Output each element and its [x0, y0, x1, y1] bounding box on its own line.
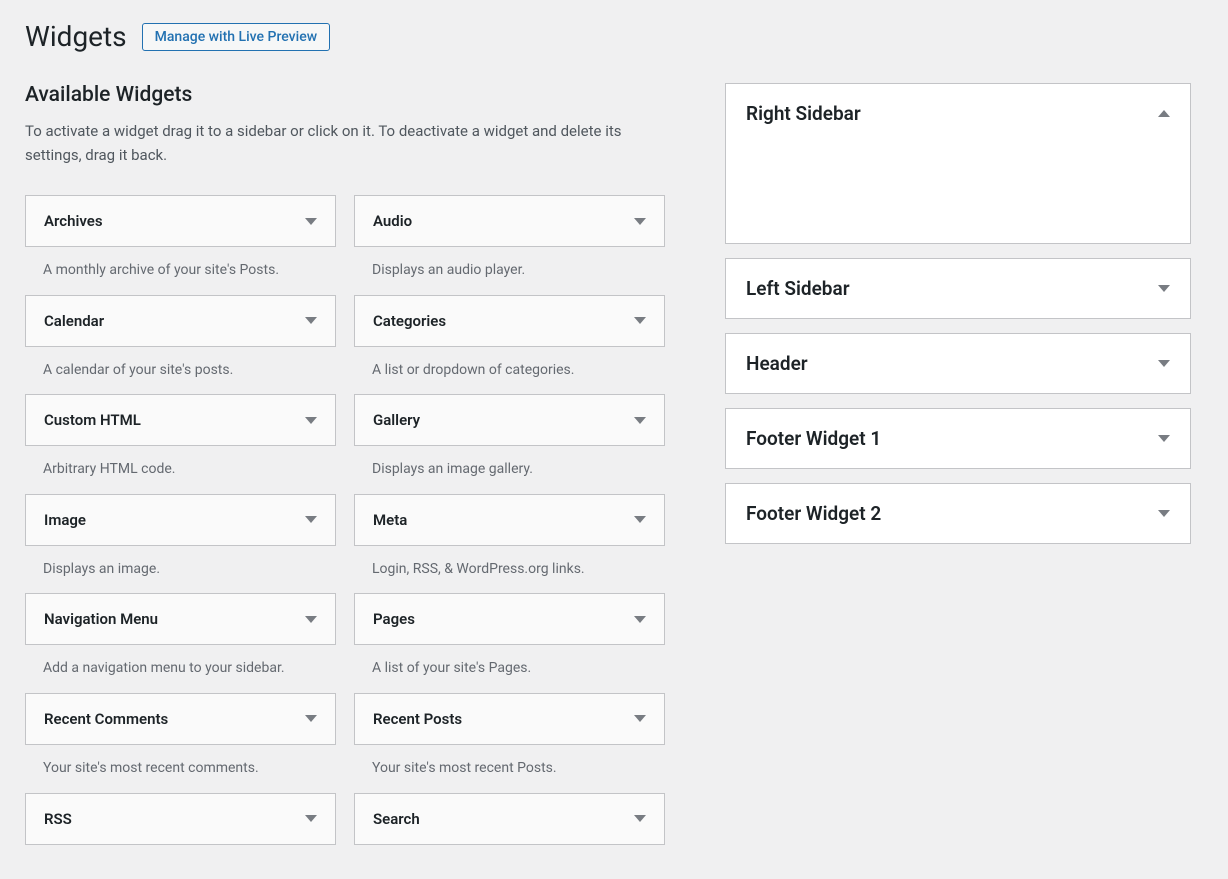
- widget-archives[interactable]: Archives: [25, 195, 336, 247]
- chevron-down-icon: [305, 715, 317, 722]
- widget-gallery[interactable]: Gallery: [354, 394, 665, 446]
- widget-description: Login, RSS, & WordPress.org links.: [354, 546, 665, 580]
- chevron-down-icon: [634, 417, 646, 424]
- chevron-down-icon: [1158, 360, 1170, 367]
- widget-meta[interactable]: Meta: [354, 494, 665, 546]
- sidebar-area-header: Header: [725, 333, 1191, 394]
- widget-search[interactable]: Search: [354, 793, 665, 845]
- widget-navigation-menu[interactable]: Navigation Menu: [25, 593, 336, 645]
- chevron-down-icon: [1158, 510, 1170, 517]
- chevron-down-icon: [305, 516, 317, 523]
- widget-item: Archives A monthly archive of your site'…: [25, 195, 336, 281]
- available-widgets-title: Available Widgets: [25, 83, 665, 107]
- sidebar-area-footer-widget-2: Footer Widget 2: [725, 483, 1191, 544]
- widget-name: Gallery: [373, 411, 420, 429]
- widget-name: Archives: [44, 212, 103, 230]
- sidebar-header[interactable]: Footer Widget 1: [726, 409, 1190, 468]
- sidebar-title: Left Sidebar: [746, 277, 850, 300]
- manage-live-preview-button[interactable]: Manage with Live Preview: [142, 23, 330, 51]
- available-widgets-column: Available Widgets To activate a widget d…: [25, 83, 665, 859]
- widget-description: Displays an image gallery.: [354, 446, 665, 480]
- sidebar-area-footer-widget-1: Footer Widget 1: [725, 408, 1191, 469]
- widget-categories[interactable]: Categories: [354, 295, 665, 347]
- widget-description: Displays an image.: [25, 546, 336, 580]
- widgets-grid: Archives A monthly archive of your site'…: [25, 195, 665, 859]
- widget-name: Recent Comments: [44, 710, 168, 728]
- chevron-down-icon: [1158, 285, 1170, 292]
- main-layout: Available Widgets To activate a widget d…: [25, 83, 1203, 859]
- sidebar-area-left-sidebar: Left Sidebar: [725, 258, 1191, 319]
- widget-image[interactable]: Image: [25, 494, 336, 546]
- widget-description: A calendar of your site's posts.: [25, 347, 336, 381]
- widget-name: RSS: [44, 810, 72, 828]
- widget-description: A monthly archive of your site's Posts.: [25, 247, 336, 281]
- widget-item: Categories A list or dropdown of categor…: [354, 295, 665, 381]
- chevron-down-icon: [634, 616, 646, 623]
- widget-item: Calendar A calendar of your site's posts…: [25, 295, 336, 381]
- chevron-down-icon: [634, 516, 646, 523]
- sidebar-header[interactable]: Footer Widget 2: [726, 484, 1190, 543]
- widget-name: Image: [44, 511, 86, 529]
- chevron-down-icon: [305, 317, 317, 324]
- widget-description: Your site's most recent comments.: [25, 745, 336, 779]
- sidebar-title: Right Sidebar: [746, 102, 861, 125]
- widget-name: Calendar: [44, 312, 104, 330]
- widget-item: Search: [354, 793, 665, 845]
- widget-description: Displays an audio player.: [354, 247, 665, 281]
- widget-description: A list of your site's Pages.: [354, 645, 665, 679]
- widget-name: Recent Posts: [373, 710, 462, 728]
- sidebar-area-right-sidebar: Right Sidebar: [725, 83, 1191, 244]
- chevron-down-icon: [634, 715, 646, 722]
- chevron-down-icon: [1158, 435, 1170, 442]
- widget-name: Search: [373, 810, 420, 828]
- sidebar-areas-column: Right Sidebar Left Sidebar Header Footer…: [725, 83, 1191, 859]
- chevron-down-icon: [305, 417, 317, 424]
- chevron-down-icon: [305, 218, 317, 225]
- widget-name: Custom HTML: [44, 411, 141, 429]
- chevron-down-icon: [634, 815, 646, 822]
- widget-audio[interactable]: Audio: [354, 195, 665, 247]
- widget-description: Your site's most recent Posts.: [354, 745, 665, 779]
- widget-calendar[interactable]: Calendar: [25, 295, 336, 347]
- widget-item: Meta Login, RSS, & WordPress.org links.: [354, 494, 665, 580]
- sidebar-header[interactable]: Right Sidebar: [726, 84, 1190, 143]
- widget-recent-posts[interactable]: Recent Posts: [354, 693, 665, 745]
- widget-item: Audio Displays an audio player.: [354, 195, 665, 281]
- widget-name: Meta: [373, 511, 407, 529]
- page-header: Widgets Manage with Live Preview: [25, 20, 1203, 53]
- widget-item: RSS: [25, 793, 336, 845]
- widget-item: Navigation Menu Add a navigation menu to…: [25, 593, 336, 679]
- widget-item: Image Displays an image.: [25, 494, 336, 580]
- widget-description: A list or dropdown of categories.: [354, 347, 665, 381]
- widget-name: Navigation Menu: [44, 610, 158, 628]
- widget-item: Gallery Displays an image gallery.: [354, 394, 665, 480]
- widget-item: Custom HTML Arbitrary HTML code.: [25, 394, 336, 480]
- sidebar-title: Footer Widget 2: [746, 502, 881, 525]
- sidebar-header[interactable]: Header: [726, 334, 1190, 393]
- widget-recent-comments[interactable]: Recent Comments: [25, 693, 336, 745]
- chevron-down-icon: [305, 815, 317, 822]
- chevron-up-icon: [1158, 110, 1170, 117]
- widget-item: Recent Posts Your site's most recent Pos…: [354, 693, 665, 779]
- widget-name: Categories: [373, 312, 446, 330]
- sidebar-header[interactable]: Left Sidebar: [726, 259, 1190, 318]
- widget-custom-html[interactable]: Custom HTML: [25, 394, 336, 446]
- widget-description: Add a navigation menu to your sidebar.: [25, 645, 336, 679]
- chevron-down-icon: [305, 616, 317, 623]
- widget-pages[interactable]: Pages: [354, 593, 665, 645]
- page-title: Widgets: [25, 20, 127, 53]
- chevron-down-icon: [634, 218, 646, 225]
- widget-rss[interactable]: RSS: [25, 793, 336, 845]
- widget-name: Audio: [373, 212, 412, 230]
- widget-name: Pages: [373, 610, 415, 628]
- widget-item: Recent Comments Your site's most recent …: [25, 693, 336, 779]
- sidebar-title: Footer Widget 1: [746, 427, 881, 450]
- sidebar-title: Header: [746, 352, 808, 375]
- widget-item: Pages A list of your site's Pages.: [354, 593, 665, 679]
- available-widgets-description: To activate a widget drag it to a sideba…: [25, 119, 665, 167]
- chevron-down-icon: [634, 317, 646, 324]
- sidebar-dropzone[interactable]: [726, 143, 1190, 243]
- widget-description: Arbitrary HTML code.: [25, 446, 336, 480]
